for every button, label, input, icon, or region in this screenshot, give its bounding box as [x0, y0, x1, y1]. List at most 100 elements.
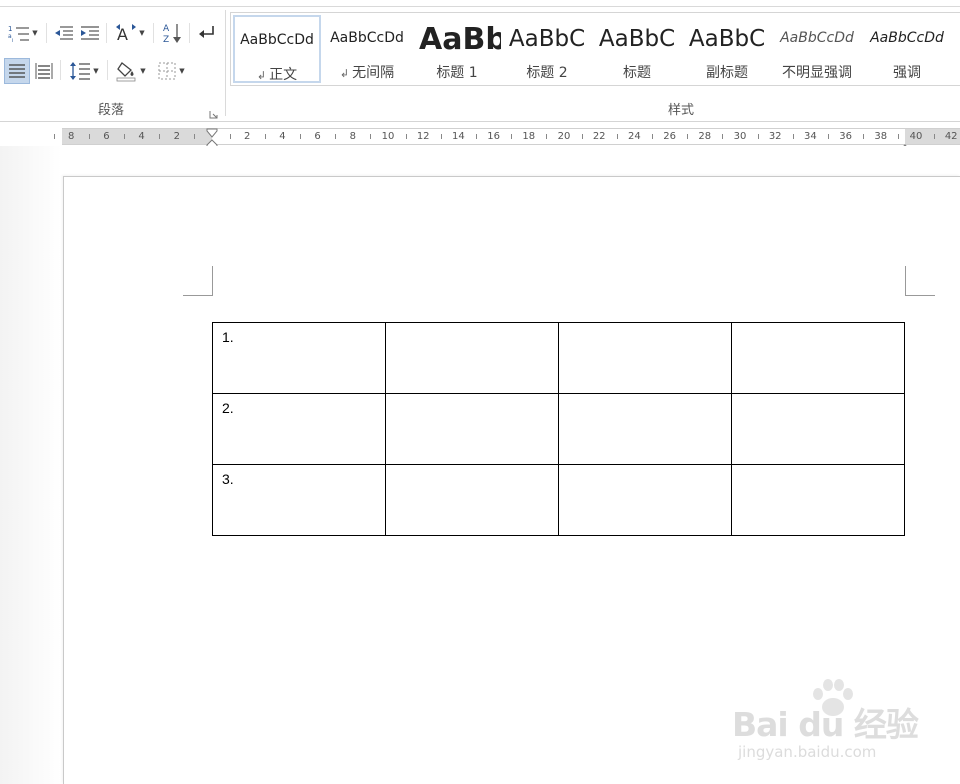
style-name: 无间隔 [352, 65, 395, 81]
crop-mark [905, 295, 935, 296]
table-cell[interactable] [731, 322, 905, 394]
style-title[interactable]: AaBbC 标题 [593, 15, 681, 83]
ruler-number: 36 [839, 131, 852, 142]
ruler-number: 6 [314, 131, 321, 142]
crop-mark [212, 266, 213, 296]
decrease-indent-icon[interactable] [53, 21, 75, 45]
ruler-tick [53, 134, 55, 139]
style-emphasis[interactable]: AaBbCcDd 强调 [863, 15, 951, 83]
ruler-number: 10 [381, 131, 395, 142]
ruler-tick [792, 134, 794, 139]
svg-text:1: 1 [8, 25, 12, 33]
ribbon-separator [60, 60, 61, 80]
ruler-number: 22 [592, 131, 606, 142]
justify-low-icon[interactable] [31, 58, 57, 84]
style-sample: AaBbCcDd [870, 31, 944, 45]
table-cell[interactable] [731, 464, 905, 536]
ruler-tick [264, 134, 266, 139]
ruler-tick [581, 134, 583, 139]
ruler-tick [687, 134, 689, 139]
table-cell[interactable] [558, 322, 732, 394]
table-cell[interactable] [558, 464, 732, 536]
ruler-number: 12 [416, 131, 430, 142]
style-subtitle[interactable]: AaBbC 副标题 [683, 15, 771, 83]
style-sample: AaBbCcDd [330, 31, 404, 45]
shading-icon[interactable]: ▼ [113, 58, 149, 84]
ruler-tick [757, 134, 759, 139]
style-sample: AaBbCcDd [780, 31, 854, 45]
style-name: 标题 [623, 65, 651, 81]
ruler-number: 38 [874, 131, 888, 142]
chevron-down-icon: ▼ [93, 67, 99, 75]
show-marks-icon[interactable] [196, 21, 218, 45]
style-name-row: ↲ 正文 [235, 64, 319, 84]
first-line-indent-marker[interactable] [206, 123, 218, 138]
paragraph-mark-icon: ↲ [339, 67, 350, 80]
ruler-tick [229, 134, 231, 139]
ruler-number: 42 [944, 131, 958, 142]
style-name: 不明显强调 [782, 65, 852, 81]
chevron-down-icon: ▼ [179, 67, 185, 75]
style-heading-2[interactable]: AaBbC 标题 2 [503, 15, 591, 83]
table-cell[interactable] [731, 393, 905, 465]
ruler-tick [933, 134, 935, 139]
ribbon-separator [106, 23, 107, 43]
paragraph-dialog-launcher-icon[interactable] [209, 104, 218, 119]
style-name: 强调 [893, 65, 921, 81]
ruler-tick [722, 134, 724, 139]
ruler-tick [863, 134, 865, 139]
horizontal-ruler[interactable]: 8 6 4 2 2 4 6 8 10 12 14 16 18 20 22 24 26 28 30 32 34 36 38 40… [53, 128, 960, 145]
numbering-list-icon[interactable]: 1ai ▼ [6, 21, 40, 45]
document-table[interactable]: 1. 2. 3. [212, 322, 905, 536]
ruler-tick [335, 134, 337, 139]
paragraph-mark-icon: ↲ [256, 69, 267, 82]
sort-icon[interactable]: AZ [161, 21, 183, 45]
style-subtle-emphasis[interactable]: AaBbCcDd 不明显强调 [773, 15, 861, 83]
ruler-number: 2 [244, 131, 251, 142]
table-cell[interactable] [385, 464, 559, 536]
table-cell[interactable] [558, 393, 732, 465]
style-heading-1[interactable]: AaBb 标题 1 [413, 15, 501, 83]
ruler-tick [440, 134, 442, 139]
svg-text:i: i [12, 38, 13, 43]
style-no-spacing[interactable]: AaBbCcDd ↲ 无间隔 [323, 15, 411, 83]
ruler-number: 18 [522, 131, 536, 142]
ruler-tick [194, 134, 196, 139]
ribbon-separator [107, 60, 108, 80]
table-cell[interactable]: 1. [212, 322, 386, 394]
style-name-row: ↲ 无间隔 [323, 62, 411, 82]
table-row: 1. [212, 322, 905, 394]
style-sample: AaBbC [508, 28, 586, 51]
chevron-down-icon: ▼ [139, 29, 145, 37]
ruler-tick [476, 134, 477, 139]
ruler-tick [370, 134, 372, 139]
ruler-tick [405, 134, 407, 139]
table-cell[interactable] [385, 322, 559, 394]
paragraph-group-label: 段落 [97, 103, 124, 118]
table-cell[interactable]: 3. [212, 464, 386, 536]
style-normal[interactable]: AaBbCcDd ↲ 正文 [233, 15, 321, 83]
styles-group-label: 样式 [667, 103, 694, 118]
ruler-number: 4 [279, 131, 286, 142]
table-cell[interactable] [385, 393, 559, 465]
ruler-number: 32 [768, 131, 782, 142]
line-spacing-icon[interactable]: ▼ [66, 58, 102, 84]
ruler-number: 4 [138, 131, 145, 142]
ruler-tick [652, 134, 653, 139]
ruler-number: 24 [628, 131, 641, 142]
ruler-tick [828, 134, 829, 139]
ruler-number: 2 [173, 131, 180, 142]
ruler-tick [159, 134, 161, 139]
ruler-number: 28 [698, 131, 712, 142]
asian-layout-icon[interactable]: A ▼ [113, 21, 147, 45]
table-row: 3. [212, 464, 905, 536]
borders-icon[interactable]: ▼ [153, 58, 189, 84]
ruler-number: 20 [557, 131, 571, 142]
ruler-tick [124, 134, 125, 139]
increase-indent-icon[interactable] [79, 21, 101, 45]
align-distributed-icon[interactable] [4, 58, 30, 84]
table-cell[interactable]: 2. [212, 393, 386, 465]
ruler-tick [511, 134, 513, 139]
ribbon-separator [153, 23, 154, 43]
svg-text:A: A [163, 24, 170, 34]
